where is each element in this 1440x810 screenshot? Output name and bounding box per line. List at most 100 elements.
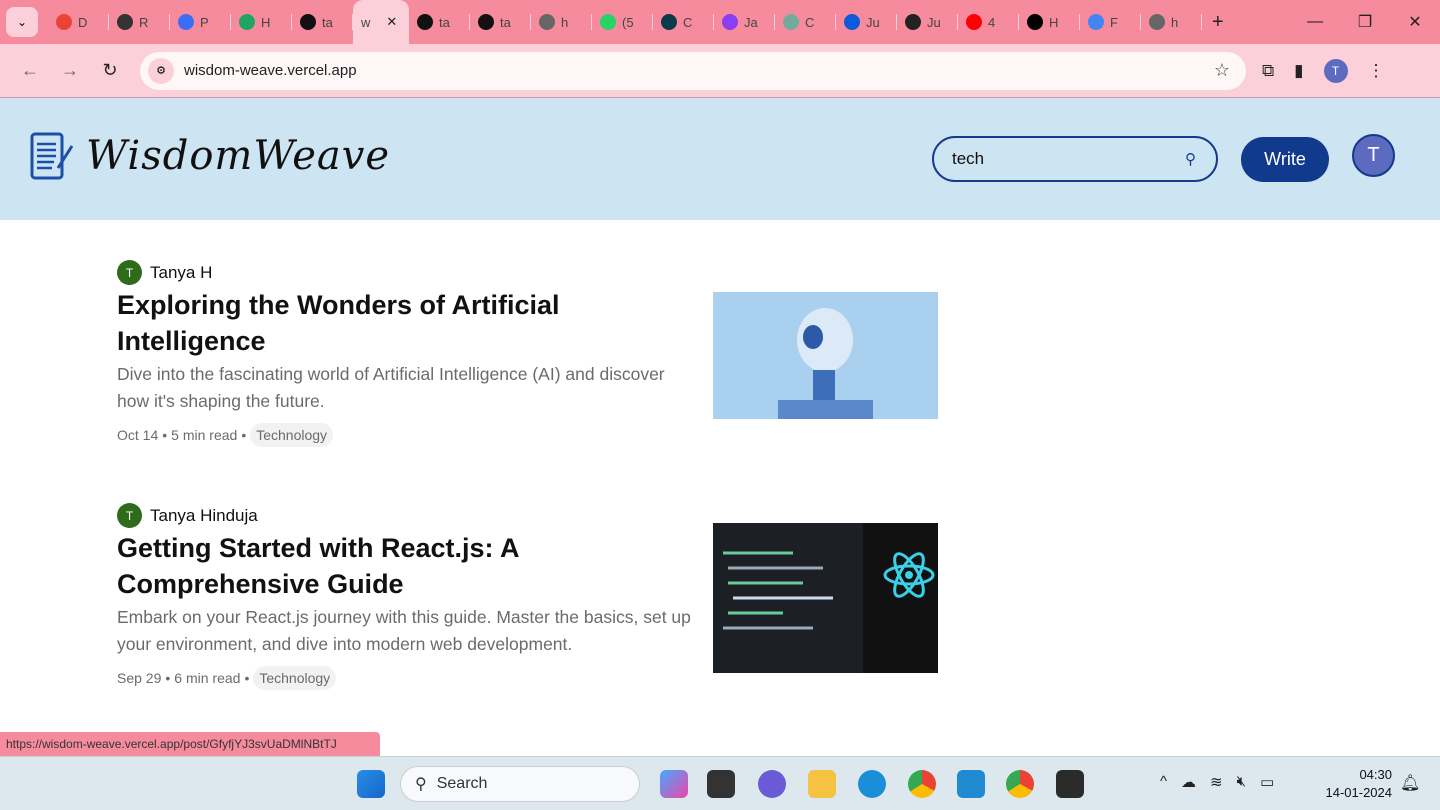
app-icon[interactable]	[707, 770, 735, 798]
browser-tab[interactable]: Ja	[714, 0, 775, 44]
menu-icon[interactable]: ⋮	[1368, 61, 1385, 81]
write-button[interactable]: Write	[1241, 137, 1329, 182]
browser-tab[interactable]: ta	[292, 0, 353, 44]
logo[interactable]: WisdomWeave	[24, 128, 390, 184]
browser-tab[interactable]: C	[653, 0, 714, 44]
search-box[interactable]: ⚲	[932, 136, 1218, 182]
tab-label: Ju	[927, 14, 941, 30]
volume-muted-icon[interactable]: 🔇︎	[1237, 773, 1246, 791]
read-time: 5 min read	[171, 427, 238, 443]
tab-label: ta	[500, 14, 511, 30]
clock[interactable]: 04:30 14-01-2024	[1320, 766, 1393, 802]
tab-search-button[interactable]: ⌄	[6, 7, 38, 37]
minimize-button[interactable]: —	[1290, 13, 1340, 31]
browser-tab[interactable]: Ju	[897, 0, 958, 44]
browser-tab[interactable]: h	[1141, 0, 1202, 44]
browser-tab[interactable]: ta	[470, 0, 531, 44]
github-icon	[478, 14, 494, 30]
doc-icon	[178, 14, 194, 30]
copilot-icon[interactable]	[660, 770, 688, 798]
tab-label: 4	[988, 14, 996, 30]
github-icon	[300, 14, 316, 30]
bookmark-star-icon[interactable]: ☆	[1214, 60, 1230, 81]
app-icon	[117, 14, 133, 30]
chevron-up-icon[interactable]: ^	[1160, 773, 1167, 791]
browser-tab[interactable]: 4	[958, 0, 1019, 44]
notification-bell-icon[interactable]: 🔔︎	[1400, 773, 1420, 793]
side-panel-icon[interactable]: ▮	[1294, 61, 1303, 81]
wifi-icon[interactable]: ≋	[1210, 773, 1223, 791]
browser-tab[interactable]: D	[48, 0, 109, 44]
author-avatar: T	[117, 503, 142, 528]
browser-tab[interactable]: ta	[409, 0, 470, 44]
browser-tab[interactable]: R	[109, 0, 170, 44]
tab-label: h	[561, 14, 569, 30]
tab-label: H	[261, 14, 271, 30]
app-icon	[722, 14, 738, 30]
app-icon	[844, 14, 860, 30]
tab-label: C	[683, 14, 693, 30]
tab-bar: ⌄ D R P Hta w ✕ ta ta h (5 C Ja C Ju Ju 4 H Fh + — ❐ ✕	[0, 0, 1440, 44]
file-explorer-icon[interactable]	[808, 770, 836, 798]
teams-icon[interactable]	[758, 770, 786, 798]
reload-button[interactable]: ↻	[90, 60, 130, 81]
windows-start-icon[interactable]	[357, 770, 385, 798]
post-thumbnail-robot[interactable]	[713, 292, 938, 419]
edge-icon[interactable]	[858, 770, 886, 798]
tab-label: C	[805, 14, 815, 30]
browser-tab[interactable]: P	[170, 0, 231, 44]
browser-tab[interactable]: C	[775, 0, 836, 44]
post-date: Oct 14	[117, 427, 159, 443]
browser-tab[interactable]: F	[1080, 0, 1141, 44]
onedrive-icon[interactable]: ☁	[1181, 773, 1196, 791]
tab-label: F	[1110, 14, 1118, 30]
url-text[interactable]: wisdom-weave.vercel.app	[184, 62, 357, 79]
post-card[interactable]: T Tanya H Exploring the Wonders of Artifi…	[117, 260, 947, 447]
browser-tab[interactable]: w ✕	[353, 0, 409, 44]
tab-label: H	[1049, 14, 1059, 30]
tag-badge[interactable]: Technology	[253, 666, 337, 690]
terminal-icon[interactable]	[1056, 770, 1084, 798]
post-title[interactable]: Exploring the Wonders of Artificial Inte…	[117, 287, 637, 359]
tag-badge[interactable]: Technology	[250, 423, 334, 447]
scroll-quill-icon	[30, 132, 74, 180]
user-avatar[interactable]: T	[1352, 134, 1395, 177]
browser-tab[interactable]: H	[1019, 0, 1080, 44]
author-name[interactable]: Tanya H	[150, 263, 212, 283]
vscode-icon[interactable]	[957, 770, 985, 798]
new-tab-button[interactable]: +	[1212, 11, 1224, 34]
tab-label: Ju	[866, 14, 880, 30]
taskbar-search[interactable]: ⚲ Search	[400, 766, 640, 802]
forward-button[interactable]: →	[50, 60, 90, 81]
post-description: Dive into the fascinating world of Artif…	[117, 364, 665, 411]
read-time: 6 min read	[174, 670, 241, 686]
browser-tab[interactable]: h	[531, 0, 592, 44]
google-drive-icon	[239, 14, 255, 30]
site-info-icon[interactable]: ⚙	[148, 57, 174, 84]
browser-tab[interactable]: H	[231, 0, 292, 44]
address-bar-row: ← → ↻ ⚙ wisdom-weave.vercel.app ☆ ⧉ ▮ T …	[0, 44, 1440, 98]
author-name[interactable]: Tanya Hinduja	[150, 506, 258, 526]
extensions-icon[interactable]: ⧉	[1262, 61, 1274, 81]
search-icon[interactable]: ⚲	[1185, 150, 1196, 168]
profile-avatar[interactable]: T	[1323, 58, 1348, 83]
browser-tab[interactable]: Ju	[836, 0, 897, 44]
battery-icon[interactable]: ▭	[1260, 773, 1274, 791]
chrome-icon[interactable]	[908, 770, 936, 798]
restore-button[interactable]: ❐	[1340, 12, 1390, 32]
chrome-profile-icon[interactable]	[1006, 770, 1034, 798]
globe-icon	[539, 14, 555, 30]
post-thumbnail-react-code[interactable]	[713, 523, 938, 673]
link-status-bar: https://wisdom-weave.vercel.app/post/Gfy…	[0, 732, 380, 756]
omnibox[interactable]: ⚙ wisdom-weave.vercel.app ☆	[140, 51, 1246, 90]
browser-tab[interactable]: (5	[592, 0, 653, 44]
search-input[interactable]	[952, 149, 1172, 169]
back-button[interactable]: ←	[10, 60, 50, 81]
tab-label: ta	[322, 14, 333, 30]
post-description: Embark on your React.js journey with thi…	[117, 607, 691, 654]
close-window-button[interactable]: ✕	[1390, 12, 1440, 32]
chatgpt-icon	[783, 14, 799, 30]
post-title[interactable]: Getting Started with React.js: A Compreh…	[117, 530, 637, 602]
close-tab-icon[interactable]: ✕	[386, 14, 397, 30]
post-card[interactable]: T Tanya Hinduja Getting Started with Reac…	[117, 503, 947, 690]
